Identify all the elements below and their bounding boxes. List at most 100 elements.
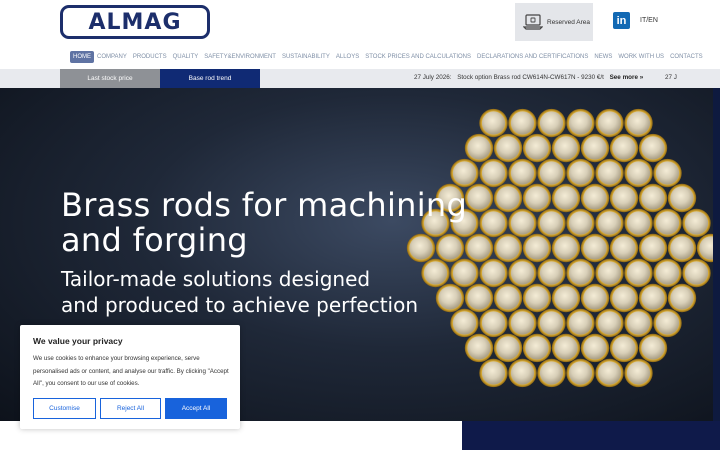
language-switch[interactable]: IT/EN [640,17,658,24]
tab-base-rod-trend-label: Base rod trend [188,75,232,82]
nav-item-alloys[interactable]: ALLOYS [333,54,362,60]
nav-item-products[interactable]: PRODUCTS [130,54,170,60]
brass-rod-icon [638,233,668,263]
nav-item-work-with-us[interactable]: WORK WITH US [615,54,667,60]
brass-rod-icon [580,133,610,163]
brass-rod-icon [450,258,479,288]
accept-all-button-label: Accept All [181,405,211,412]
brass-rod-icon [522,183,552,213]
brass-rod-icon [493,133,523,163]
brass-rod-icon [522,333,552,363]
main-navigation: HOME COMPANY PRODUCTS QUALITY SAFETY&ENVIRON… [70,49,706,64]
brass-rod-icon [479,258,508,288]
nav-item-safety-environment[interactable]: SAFETY&ENVIRONMENT [201,54,279,60]
ticker-date-next: 27 J [664,74,677,81]
nav-item-contacts[interactable]: CONTACTS [667,54,706,60]
brass-rod-icon [537,208,566,238]
brass-rod-icon [638,183,668,213]
cookie-text: We use cookies to enhance your browsing … [33,355,229,387]
brass-rod-icon [566,258,595,288]
cookie-consent-dialog: We value your privacy We use cookies to … [20,325,240,429]
tab-last-stock-price-label: Last stock price [87,75,133,82]
customise-button[interactable]: Customise [33,398,96,419]
nav-item-news[interactable]: NEWS [591,54,615,60]
footer-blue-block [462,421,720,450]
tab-last-stock-price[interactable]: Last stock price [60,69,160,88]
brass-rod-icon [522,233,552,263]
brass-rod-icon [595,258,624,288]
brass-rod-icon [479,308,508,338]
brass-rod-icon [479,358,508,388]
brass-rod-icon [464,283,494,313]
hero-title-line-1: Brass rods for machining [61,186,468,224]
ticker-message: 27 July 2026: Stock option Brass rod CW6… [414,74,677,81]
brass-rod-icon [682,258,711,288]
page: ALMAG Reserved Area in IT/EN HOME COMPANY… [0,0,720,450]
brass-rod-icon [624,308,653,338]
customise-button-label: Customise [49,405,80,412]
nav-item-home[interactable]: HOME [70,50,94,63]
brass-rod-icon [551,233,581,263]
see-more-link[interactable]: See more » [610,74,644,81]
brass-rod-icon [624,358,653,388]
nav-item-stock-prices-and-calculations[interactable]: STOCK PRICES AND CALCULATIONS [362,54,474,60]
brass-rod-icon [595,158,624,188]
hero-side-strip [713,88,720,421]
brass-rod-icon [537,258,566,288]
brass-rod-icon [566,158,595,188]
hero-title-line-2: and forging [61,221,248,259]
brass-rod-icon [450,158,479,188]
hero-subtitle-line-2: and produced to achieve perfection [61,293,419,317]
brass-rod-icon [595,108,624,138]
brass-rod-icon [667,183,697,213]
brass-rod-icon [609,183,639,213]
brass-rod-icon [551,283,581,313]
brass-rod-icon [508,158,537,188]
brass-rod-icon [609,283,639,313]
reject-all-button[interactable]: Reject All [100,398,161,419]
nav-item-declarations-and-certifications[interactable]: DECLARATIONS AND CERTIFICATIONS [474,54,591,60]
brass-rod-icon [551,183,581,213]
brass-rod-icon [464,333,494,363]
almag-logo[interactable]: ALMAG [60,5,210,39]
brass-rod-icon [450,308,479,338]
brass-rod-icon [696,233,713,263]
brass-rod-icon [537,358,566,388]
reserved-area-button[interactable]: Reserved Area [515,3,593,41]
brass-rod-icon [566,208,595,238]
linkedin-icon[interactable]: in [613,12,630,29]
brass-rod-icon [580,283,610,313]
nav-item-sustainability[interactable]: SUSTAINABILITY [279,54,333,60]
nav-item-quality[interactable]: QUALITY [170,54,202,60]
tab-base-rod-trend[interactable]: Base rod trend [160,69,260,88]
ticker-text: Stock option Brass rod CW614N-CW617N - 9… [457,74,604,81]
brass-rod-icon [493,333,523,363]
brass-rod-icon [624,258,653,288]
brass-rod-icon [580,333,610,363]
brass-rod-icon [667,233,697,263]
brass-rod-icon [580,233,610,263]
brass-rod-icon [464,233,494,263]
brass-rod-icon [435,283,465,313]
brass-rod-icon [508,358,537,388]
brass-rod-icon [682,208,711,238]
brass-rod-icon [638,333,668,363]
brass-rod-icon [551,333,581,363]
brass-rod-icon [653,158,682,188]
brass-rod-icon [421,258,450,288]
hero-subtitle-line-1: Tailor-made solutions designed [61,267,371,291]
ticker-date: 27 July 2026: [414,74,452,81]
brass-rod-icon [609,333,639,363]
brass-rod-icon [508,108,537,138]
brass-rod-icon [638,133,668,163]
brass-rod-icon [624,158,653,188]
nav-item-company[interactable]: COMPANY [94,54,130,60]
hero-title: Brass rods for machining and forging [61,188,467,258]
brass-rod-icon [609,133,639,163]
brass-rod-icon [653,258,682,288]
accept-all-button[interactable]: Accept All [165,398,227,419]
hero-subtitle: Tailor-made solutions designed and produ… [61,266,418,318]
brass-rod-icon [479,208,508,238]
site-header: ALMAG Reserved Area in IT/EN [0,0,720,47]
brass-rod-icon [595,208,624,238]
